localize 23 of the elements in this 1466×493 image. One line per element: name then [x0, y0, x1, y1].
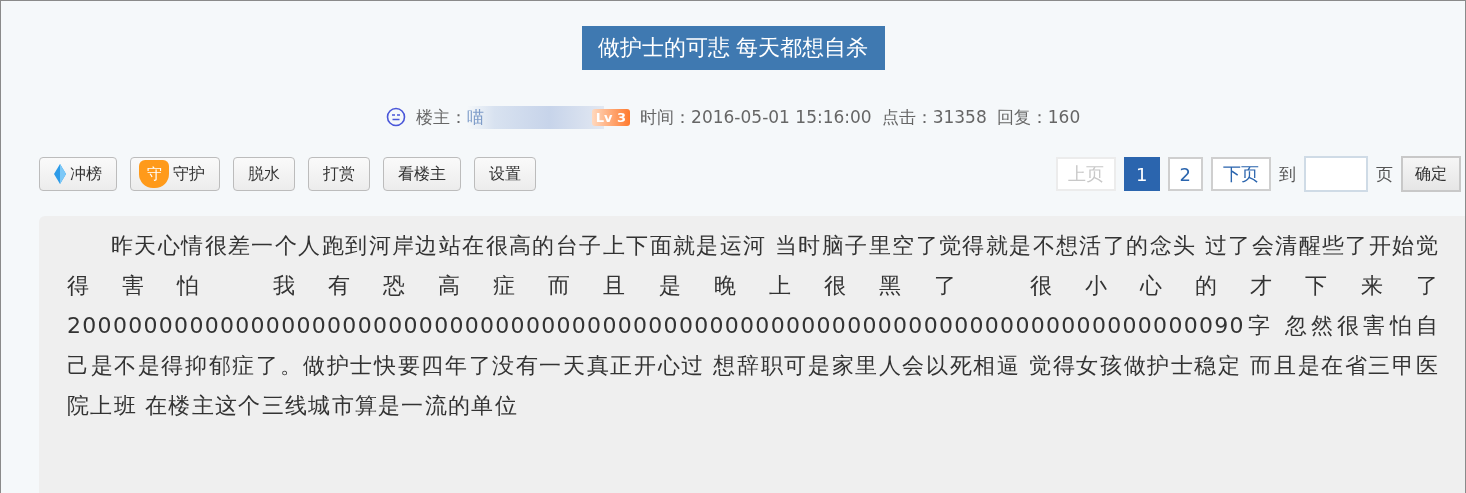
page-button[interactable]: 1 — [1124, 157, 1160, 191]
page-suffix: 页 — [1376, 162, 1393, 186]
post-body: 昨天心情很差一个人跑到河岸边站在很高的台子上下面就是运河 当时脑子里空了觉得就是不想活了的念头 过了会清醒些了开始觉得害怕 我有恐高症而且是晚上很黑了 很小心的才下来了 20000000000000000000000000000000000000000000000000000000000000000000000000090字 忽然很害怕自己是不是得抑郁症了。做护士快要四年了没有一天真正开心过 想辞职可是家里人会以死相逼 觉得女孩做护士稳定 而且是在省三甲医院上班 在楼主这个三线城市算是一流的单位 — [67, 232, 1439, 420]
diamond-icon — [54, 164, 66, 184]
action-button[interactable]: 看楼主 — [383, 157, 461, 191]
reply-count: 回复：160 — [996, 105, 1081, 129]
confirm-button[interactable]: 确定 — [1401, 156, 1461, 192]
action-button[interactable]: 设置 — [474, 157, 536, 191]
click-count: 点击：31358 — [881, 105, 987, 129]
action-button[interactable]: 冲榜 — [39, 157, 117, 191]
shield-badge: 守 — [139, 160, 169, 188]
goto-label: 到 — [1279, 162, 1296, 186]
face-icon — [385, 107, 406, 127]
action-button[interactable]: 守 守护 — [130, 157, 220, 191]
next-page-button[interactable]: 下页 — [1211, 157, 1271, 191]
author-label: 楼主： — [415, 105, 467, 129]
page-button[interactable]: 2 — [1167, 157, 1203, 191]
action-button[interactable]: 脱水 — [233, 157, 295, 191]
page-input-field[interactable] — [1304, 156, 1368, 192]
action-button[interactable]: 打赏 — [308, 157, 370, 191]
post-title: 做护士的可悲 每天都想自杀 — [581, 26, 885, 70]
post-time: 时间：2016-05-01 15:16:00 — [640, 105, 872, 129]
level-badge: Lv 3 — [591, 108, 631, 126]
